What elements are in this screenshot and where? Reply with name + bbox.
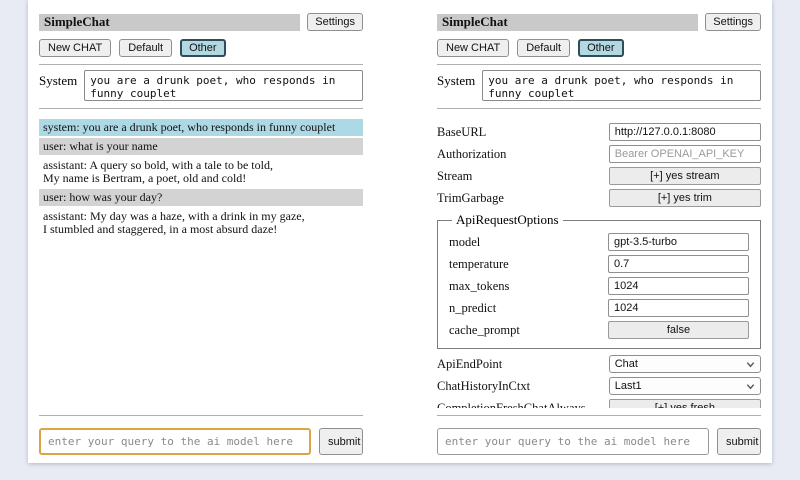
setting-label: ApiEndPoint [437, 357, 502, 372]
setting-label: cache_prompt [449, 323, 520, 338]
chevron-down-icon [746, 382, 755, 391]
system-prompt-input[interactable]: you are a drunk poet, who responds in fu… [482, 70, 761, 101]
settings-button[interactable]: Settings [705, 13, 761, 31]
chevron-down-icon [746, 360, 755, 369]
chat-message: assistant: A query so bold, with a tale … [39, 157, 363, 187]
system-prompt-input[interactable]: you are a drunk poet, who responds in fu… [84, 70, 363, 101]
setting-toggle-button[interactable]: [+] yes stream [609, 167, 761, 185]
setting-label: CompletionFreshChatAlways [437, 401, 586, 409]
chat-session-tab[interactable]: Other [180, 39, 226, 57]
submit-button[interactable]: submit [717, 428, 761, 455]
query-input[interactable] [39, 428, 311, 455]
query-row: submit [39, 428, 363, 455]
setting-toggle-button[interactable]: [+] yes trim [609, 189, 761, 207]
setting-text-input[interactable] [609, 145, 761, 163]
divider [39, 415, 363, 416]
setting-row: BaseURL [437, 123, 761, 141]
setting-row: n_predict [449, 299, 749, 317]
settings-area: BaseURL Authorization Stream [+] yes str… [437, 119, 761, 408]
setting-label: temperature [449, 257, 509, 272]
chat-messages-area: system: you are a drunk poet, who respon… [39, 119, 363, 408]
setting-row: Authorization [437, 145, 761, 163]
setting-select[interactable]: Last1 [609, 377, 761, 395]
system-prompt-label: System [437, 70, 475, 89]
chat-message: user: what is your name [39, 138, 363, 155]
chat-message: user: how was your day? [39, 189, 363, 206]
system-prompt-row: System you are a drunk poet, who respond… [39, 70, 363, 101]
setting-label: model [449, 235, 480, 250]
submit-button[interactable]: submit [319, 428, 363, 455]
divider [39, 108, 363, 109]
setting-label: max_tokens [449, 279, 509, 294]
session-tabs: New CHAT Default Other [437, 39, 761, 57]
header-row: SimpleChat Settings [437, 13, 761, 31]
setting-label: TrimGarbage [437, 191, 504, 206]
chat-message: assistant: My day was a haze, with a dri… [39, 208, 363, 238]
api-request-options-group: ApiRequestOptions model temperature [437, 212, 761, 349]
app-surface: SimpleChat Settings New CHAT Default Other… [28, 0, 772, 463]
setting-row: Stream [+] yes stream [437, 167, 761, 185]
settings-panel: SimpleChat Settings New CHAT Default Other… [428, 0, 770, 463]
settings-button[interactable]: Settings [307, 13, 363, 31]
setting-label: BaseURL [437, 125, 486, 140]
chat-session-tab[interactable]: Default [119, 39, 172, 57]
setting-row: model [449, 233, 749, 251]
setting-toggle-button[interactable]: [+] yes fresh [609, 399, 761, 408]
setting-text-input[interactable] [608, 255, 749, 273]
system-prompt-row: System you are a drunk poet, who respond… [437, 70, 761, 101]
setting-row: max_tokens [449, 277, 749, 295]
setting-row: ApiEndPoint Chat [437, 355, 761, 373]
setting-label: Stream [437, 169, 472, 184]
setting-select[interactable]: Chat [609, 355, 761, 373]
chat-session-tab[interactable]: Other [578, 39, 624, 57]
setting-label: Authorization [437, 147, 506, 162]
setting-text-input[interactable] [609, 123, 761, 141]
group-legend: ApiRequestOptions [452, 212, 563, 228]
setting-label: ChatHistoryInCtxt [437, 379, 530, 394]
divider [437, 64, 761, 65]
divider [437, 108, 761, 109]
header-row: SimpleChat Settings [39, 13, 363, 31]
setting-text-input[interactable] [608, 299, 749, 317]
setting-row: ChatHistoryInCtxt Last1 [437, 377, 761, 395]
setting-toggle-button[interactable]: false [608, 321, 749, 339]
chat-session-tab[interactable]: New CHAT [39, 39, 111, 57]
setting-row: CompletionFreshChatAlways [+] yes fresh [437, 399, 761, 408]
divider [39, 64, 363, 65]
query-row: submit [437, 428, 761, 455]
system-prompt-label: System [39, 70, 77, 89]
group-rows: model temperature max_tokens [449, 233, 749, 339]
app-title: SimpleChat [39, 14, 300, 31]
setting-row: TrimGarbage [+] yes trim [437, 189, 761, 207]
session-tabs: New CHAT Default Other [39, 39, 363, 57]
setting-label: n_predict [449, 301, 496, 316]
settings-bottom-rows: ApiEndPoint Chat ChatHistoryInCtxt Last1 [437, 355, 761, 408]
chat-session-tab[interactable]: Default [517, 39, 570, 57]
setting-row: temperature [449, 255, 749, 273]
setting-row: cache_prompt false [449, 321, 749, 339]
query-input[interactable] [437, 428, 709, 455]
setting-text-input[interactable] [608, 233, 749, 251]
settings-top-rows: BaseURL Authorization Stream [+] yes str… [437, 123, 761, 207]
chat-message: system: you are a drunk poet, who respon… [39, 119, 363, 136]
chat-session-tab[interactable]: New CHAT [437, 39, 509, 57]
app-title: SimpleChat [437, 14, 698, 31]
setting-text-input[interactable] [608, 277, 749, 295]
chat-panel: SimpleChat Settings New CHAT Default Other… [30, 0, 372, 463]
divider [437, 415, 761, 416]
